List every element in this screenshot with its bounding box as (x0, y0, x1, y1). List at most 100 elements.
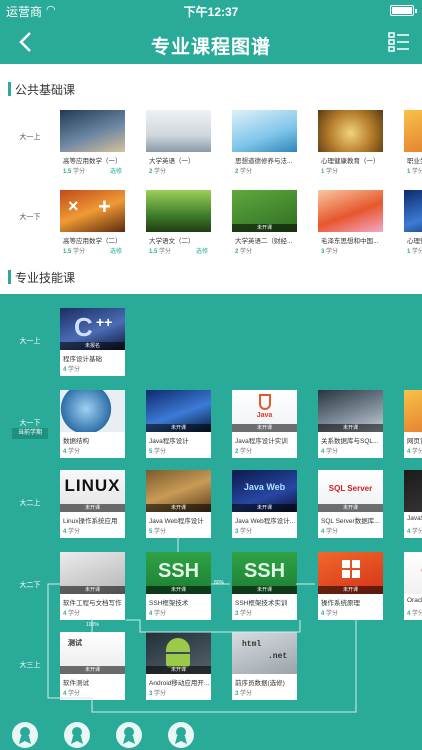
term-label: 大二下 (19, 582, 41, 589)
course-thumbnail (404, 390, 422, 432)
term-label: 大一上 (19, 338, 41, 345)
course-card[interactable]: 未开课 Java程序设计 5 学分 (146, 390, 211, 458)
course-name: 关系数据库与SQL... (321, 438, 379, 445)
course-card[interactable]: 思想道德修养与法... 2 学分 (232, 110, 297, 178)
course-credit: 2 学分 (235, 449, 253, 455)
course-card[interactable]: 数据结构 4 学分 (60, 390, 125, 458)
course-card[interactable]: 大学英语（一） 2 学分 (146, 110, 211, 178)
section-accent-bar (8, 82, 11, 96)
percent-label: 100% (86, 622, 99, 628)
course-card[interactable]: JavaS 4 学分 (404, 470, 422, 538)
course-credit: 1.5 学分 (63, 249, 86, 255)
course-name: 数据结构 (63, 438, 89, 445)
course-card[interactable]: 未开课 Java Web程序设计 5 学分 (146, 470, 211, 538)
course-credit: 4 学分 (149, 611, 167, 617)
course-status-badge: 未开课 (146, 504, 211, 512)
course-card[interactable]: html .net 前序员数据(选修) 3 学分 (232, 632, 297, 700)
course-credit: 1 学分 (321, 169, 339, 175)
course-name: 高等应用数学（一） (63, 158, 122, 165)
course-status-badge: 未报名 (60, 342, 125, 350)
course-card[interactable]: C ++ 未报名 程序设计基础 4 学分 (60, 308, 125, 376)
course-name: 网页设 (407, 438, 422, 445)
course-card[interactable]: SQL Server 未开课 SQL Server数据库... 4 学分 (318, 470, 383, 538)
course-name: SQL Server数据库... (321, 518, 380, 525)
percent-label: 80% (214, 580, 225, 586)
course-card[interactable]: SSH 未开课 SSH框架技术 4 学分 (146, 552, 211, 620)
term-label: 大三上 (19, 662, 41, 669)
course-status-badge: 未开课 (60, 666, 125, 674)
course-name: 软件测试 (63, 680, 89, 687)
course-card[interactable]: 职业生 1 学分 (404, 110, 422, 178)
course-status-badge: 未开课 (318, 424, 383, 432)
course-credit: 4 学分 (321, 529, 339, 535)
term-label: 大二上 (19, 500, 41, 507)
section-professional-title: 专业技能课 (15, 271, 76, 285)
course-card[interactable]: 未开课 关系数据库与SQL... 4 学分 (318, 390, 383, 458)
status-bar: 运营商 ◠ 下午12:37 (0, 0, 422, 20)
elective-tag: 选修 (195, 249, 208, 255)
course-card[interactable]: Java 未开课 Java程序设计实训 2 学分 (232, 390, 297, 458)
medal-icon[interactable] (12, 722, 38, 748)
list-menu-icon[interactable] (388, 32, 410, 52)
medal-icon[interactable] (64, 722, 90, 748)
course-name: 大学语文（二） (149, 238, 195, 245)
course-card[interactable]: 毛泽东思想和中国... 3 学分 (318, 190, 383, 258)
course-card[interactable]: Java Web 未开课 Java Web程序设计... 3 学分 (232, 470, 297, 538)
course-name: 高等应用数学（二） (63, 238, 122, 245)
course-card[interactable]: 心理健康教育（一） 1 学分 (318, 110, 383, 178)
course-name: 软件工程与文档写作 (63, 600, 122, 607)
course-card[interactable]: 网页设 4 学分 (404, 390, 422, 458)
section-accent-bar (8, 270, 11, 284)
top-bar: 运营商 ◠ 下午12:37 专业课程图谱 (0, 0, 422, 64)
course-name: 心理健康教育（一） (321, 158, 380, 165)
course-credit: 4 学分 (63, 691, 81, 697)
section-public-title: 公共基础课 (15, 83, 76, 97)
course-name: 毛泽东思想和中国... (321, 238, 379, 245)
course-card[interactable]: LINUX 未开课 Linux操作系统应用 4 学分 (60, 470, 125, 538)
course-name: 思想道德修养与法... (235, 158, 293, 165)
course-credit: 4 学分 (407, 449, 422, 455)
course-status-badge: 未开课 (318, 586, 383, 594)
course-name: Java程序设计 (149, 438, 189, 445)
course-status-badge: 未开课 (60, 504, 125, 512)
course-name: Linux操作系统应用 (63, 518, 118, 525)
app-root: { "status":{"carrier":"运营商","time":"下午12… (0, 0, 422, 750)
course-card[interactable]: 未开课软件工程与文档写作 4 学分 (60, 552, 125, 620)
course-credit: 3 学分 (235, 611, 253, 617)
course-thumbnail (318, 190, 383, 232)
course-card[interactable]: 测试 未开课 软件测试 4 学分 (60, 632, 125, 700)
course-credit: 4 学分 (63, 449, 81, 455)
course-card[interactable]: 心理健 1 学分 (404, 190, 422, 258)
course-thumbnail (404, 470, 422, 512)
course-card[interactable]: 未开课 操作系统原理 4 学分 (318, 552, 383, 620)
course-thumbnail: × + (60, 190, 125, 232)
course-card[interactable]: 未开课 大学英语二（财经... 2 学分 (232, 190, 297, 258)
course-credit: 3 学分 (321, 249, 339, 255)
course-card[interactable]: 高等应用数学（一） 1.5 学分 选修 (60, 110, 125, 178)
medal-icon[interactable] (168, 722, 194, 748)
course-name: SSH框架技术实训 (235, 600, 288, 607)
course-thumbnail (60, 110, 125, 152)
course-credit: 3 学分 (235, 691, 253, 697)
course-thumbnail (404, 110, 422, 152)
course-card[interactable]: 大学语文（二） 1.5 学分 选修 (146, 190, 211, 258)
course-name: 程序设计基础 (63, 356, 102, 363)
battery-icon (390, 5, 417, 16)
course-name: Android移动应用开... (149, 680, 210, 687)
bottom-bar (0, 714, 422, 750)
course-name: 大学英语二（财经... (235, 238, 293, 245)
course-name: Oracle (407, 597, 422, 604)
course-card[interactable]: × + 高等应用数学（二） 1.5 学分 选修 (60, 190, 125, 258)
course-credit: 4 学分 (63, 611, 81, 617)
course-card[interactable]: SSH 未开课 SSH框架技术实训 3 学分 (232, 552, 297, 620)
course-thumbnail (318, 110, 383, 152)
course-status-badge: 未开课 (318, 504, 383, 512)
course-status-badge: 未开课 (60, 586, 125, 594)
course-name: 操作系统原理 (321, 600, 360, 607)
course-status-badge: 未开课 (146, 586, 211, 594)
course-card[interactable]: 未开课 Android移动应用开... 3 学分 (146, 632, 211, 700)
course-credit: 4 学分 (407, 529, 422, 535)
course-card[interactable]: ORA Oracle 4 学分 (404, 552, 422, 620)
section-professional-header: 专业技能课 (0, 264, 422, 290)
medal-icon[interactable] (116, 722, 142, 748)
